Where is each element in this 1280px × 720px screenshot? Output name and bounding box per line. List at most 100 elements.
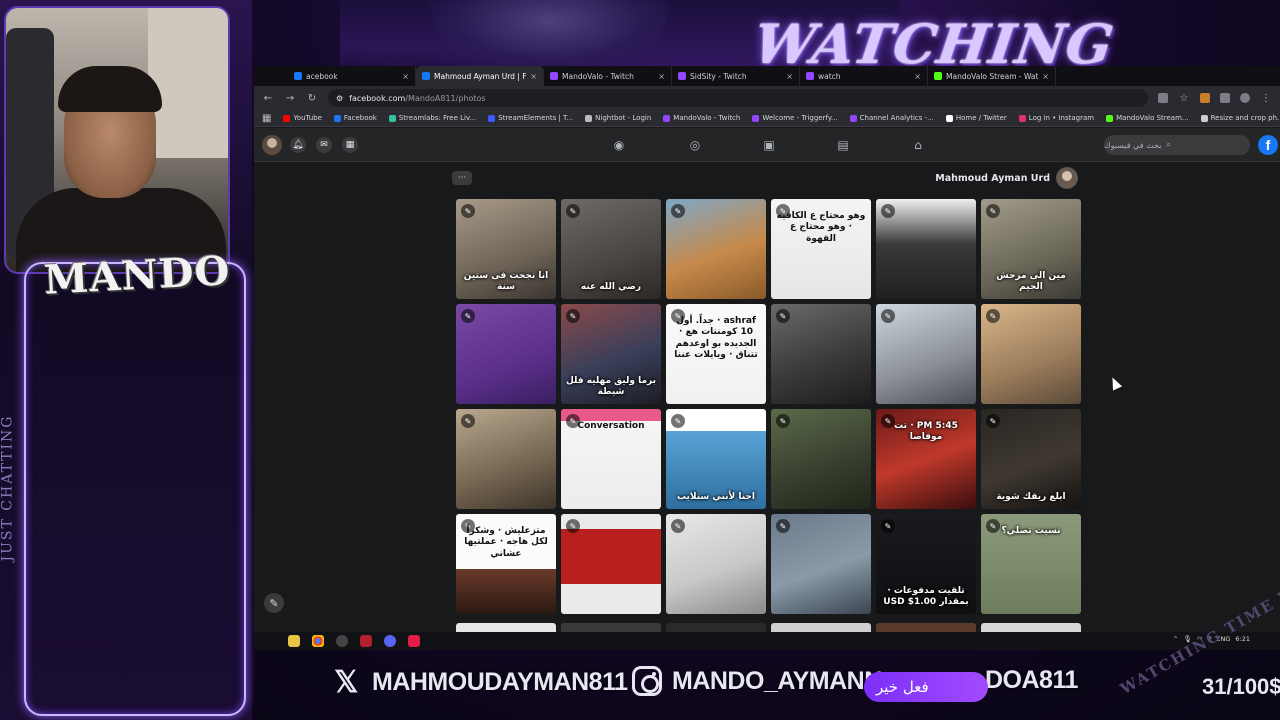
photo-thumbnail[interactable]: ✎ رضي الله عنه (561, 199, 661, 299)
tab-close-icon[interactable]: × (530, 72, 537, 81)
tab-close-icon[interactable]: × (914, 72, 921, 81)
browser-tab[interactable]: acebook × (288, 66, 416, 86)
valorant-icon[interactable] (360, 635, 372, 647)
bookmark-item[interactable]: Streamlabs: Free Liv... (388, 114, 476, 122)
browser-menu-icon[interactable]: ⋮ (1260, 93, 1272, 104)
photo-thumbnail[interactable]: ✎ (876, 199, 976, 299)
edit-pencil-icon[interactable]: ✎ (671, 204, 685, 218)
bookmark-item[interactable]: Nightbot - Login (585, 114, 651, 122)
photo-thumbnail[interactable]: ✎ ابلع ريقك شوية (981, 409, 1081, 509)
edit-pencil-icon[interactable]: ✎ (566, 204, 580, 218)
video-icon[interactable]: ▤ (834, 136, 852, 154)
edit-pencil-icon[interactable]: ✎ (671, 414, 685, 428)
bookmark-item[interactable]: MandoValo - Twitch (663, 114, 740, 122)
photo-thumbnail[interactable]: ✎ (771, 514, 871, 614)
cast-icon[interactable] (1158, 93, 1168, 103)
site-info-icon[interactable]: ⚙ (336, 94, 343, 103)
edit-pencil-icon[interactable]: ✎ (461, 414, 475, 428)
profile-icon[interactable] (1240, 93, 1250, 103)
browser-tab[interactable]: watch × (800, 66, 928, 86)
obs-icon[interactable] (336, 635, 348, 647)
bookmark-item[interactable]: YouTube (283, 114, 322, 122)
edit-pencil-icon[interactable]: ✎ (566, 519, 580, 533)
photo-thumbnail[interactable]: ✎ ashraf · جداً. أول 10 كومنتات هع · الجد… (666, 304, 766, 404)
extension-icon[interactable] (1200, 93, 1210, 103)
notifications-bell-icon[interactable]: 🔔︎ (290, 137, 306, 153)
gaming-icon[interactable]: ◉ (610, 136, 628, 154)
profile-owner[interactable]: Mahmoud Ayman Urd (935, 167, 1078, 189)
more-options-button[interactable]: ··· (452, 171, 472, 185)
bookmark-item[interactable]: Home / Twitter (945, 114, 1007, 122)
tab-close-icon[interactable]: × (786, 72, 793, 81)
address-bar[interactable]: ⚙ facebook.com/MandoA811/photos (328, 89, 1148, 107)
messenger-icon[interactable]: ✉ (316, 137, 332, 153)
photo-thumbnail[interactable]: ✎ تلقيت مدفوعات · بمقدار 1.00$ USD (876, 514, 976, 614)
edit-pencil-icon[interactable]: ✎ (986, 204, 1000, 218)
groups-icon[interactable]: ◎ (686, 136, 704, 154)
bookmark-item[interactable]: Welcome - Triggerfy... (752, 114, 838, 122)
photo-thumbnail[interactable]: ✎ متزعليش · وشكراً لكل هاجه · عملتيها عشا… (456, 514, 556, 614)
browser-tab[interactable]: MandoValo Stream - Watch Li× (928, 66, 1056, 86)
edit-pencil-icon[interactable]: ✎ (881, 204, 895, 218)
photo-thumbnail[interactable]: ✎ (456, 304, 556, 404)
bookmark-item[interactable]: Resize and crop ph... (1200, 114, 1280, 122)
edit-pencil-icon[interactable]: ✎ (461, 204, 475, 218)
photo-thumbnail[interactable]: ✎ وهو محتاج ع الكافيه · وهو محتاج ع القهو… (771, 199, 871, 299)
edit-pencil-icon[interactable]: ✎ (776, 309, 790, 323)
photo-thumbnail[interactable]: ✎ (981, 304, 1081, 404)
bookmark-item[interactable]: StreamElements | T... (488, 114, 573, 122)
edit-pencil-icon[interactable]: ✎ (776, 414, 790, 428)
tab-close-icon[interactable]: × (658, 72, 665, 81)
photo-thumbnail[interactable]: ✎ (456, 409, 556, 509)
tab-close-icon[interactable]: × (402, 72, 409, 81)
app-icon[interactable] (408, 635, 420, 647)
discord-icon[interactable] (384, 635, 396, 647)
bookmark-item[interactable]: Facebook (333, 114, 377, 122)
photo-thumbnail[interactable]: ✎ (771, 304, 871, 404)
photo-thumbnail[interactable]: ✎ 5:45 PM · تت موفاصا (876, 409, 976, 509)
extensions-puzzle-icon[interactable] (1220, 93, 1230, 103)
account-avatar[interactable] (262, 135, 282, 155)
tray-clock[interactable]: 6:21 (1235, 635, 1250, 643)
browser-tab[interactable]: SidSity - Twitch × (672, 66, 800, 86)
edit-pencil-icon[interactable]: ✎ (566, 309, 580, 323)
photo-thumbnail[interactable]: ✎ (876, 304, 976, 404)
file-explorer-icon[interactable] (288, 635, 300, 647)
edit-pencil-icon[interactable]: ✎ (986, 309, 1000, 323)
bookmark-item[interactable]: MandoValo Stream... (1106, 114, 1189, 122)
edit-pencil-icon[interactable]: ✎ (461, 309, 475, 323)
browser-tab[interactable]: MandoValo - Twitch × (544, 66, 672, 86)
back-icon[interactable]: ← (262, 93, 274, 104)
tab-close-icon[interactable]: × (1042, 72, 1049, 81)
browser-tab[interactable]: Mahmoud Ayman Urd | Facebook × (416, 66, 544, 86)
tray-chevron-icon[interactable]: ⌃ (1173, 635, 1178, 643)
photo-thumbnail[interactable]: ✎ (561, 514, 661, 614)
photo-thumbnail[interactable]: ✎ (771, 409, 871, 509)
edit-pencil-icon[interactable]: ✎ (881, 309, 895, 323)
edit-pencil-icon[interactable]: ✎ (986, 414, 1000, 428)
facebook-logo-icon[interactable]: f (1258, 135, 1278, 155)
photo-thumbnail[interactable]: ✎ مين الى مرحش الجيم (981, 199, 1081, 299)
photo-thumbnail[interactable]: ✎ (666, 514, 766, 614)
compose-icon[interactable]: ✎ (264, 593, 284, 613)
photo-thumbnail[interactable]: ✎ نسيت تصلي؟ (981, 514, 1081, 614)
bookmark-item[interactable]: Channel Analytics -... (849, 114, 934, 122)
chrome-icon[interactable] (312, 635, 324, 647)
edit-pencil-icon[interactable]: ✎ (881, 519, 895, 533)
edit-pencil-icon[interactable]: ✎ (671, 519, 685, 533)
photo-thumbnail[interactable]: ✎ احنا لأنني ستلايب (666, 409, 766, 509)
home-icon[interactable]: ⌂ (909, 136, 927, 154)
photo-thumbnail[interactable]: ✎ انا نجحت فى ستين سنة (456, 199, 556, 299)
photo-thumbnail[interactable]: ✎ برما وليق مهليه فلل شيطة (561, 304, 661, 404)
facebook-search-input[interactable]: ⌕ بحث في فيسبوك (1104, 135, 1250, 155)
apps-grid-icon[interactable]: ▦ (262, 113, 271, 124)
photo-thumbnail[interactable]: ✎ Conversation (561, 409, 661, 509)
menu-grid-icon[interactable]: ▦ (342, 137, 358, 153)
reload-icon[interactable]: ↻ (306, 93, 318, 104)
edit-pencil-icon[interactable]: ✎ (776, 519, 790, 533)
photo-thumbnail[interactable]: ✎ (666, 199, 766, 299)
bookmark-item[interactable]: Log in • Instagram (1018, 114, 1094, 122)
marketplace-icon[interactable]: ▣ (760, 136, 778, 154)
bookmark-star-icon[interactable]: ☆ (1178, 93, 1190, 104)
forward-icon[interactable]: → (284, 93, 296, 104)
